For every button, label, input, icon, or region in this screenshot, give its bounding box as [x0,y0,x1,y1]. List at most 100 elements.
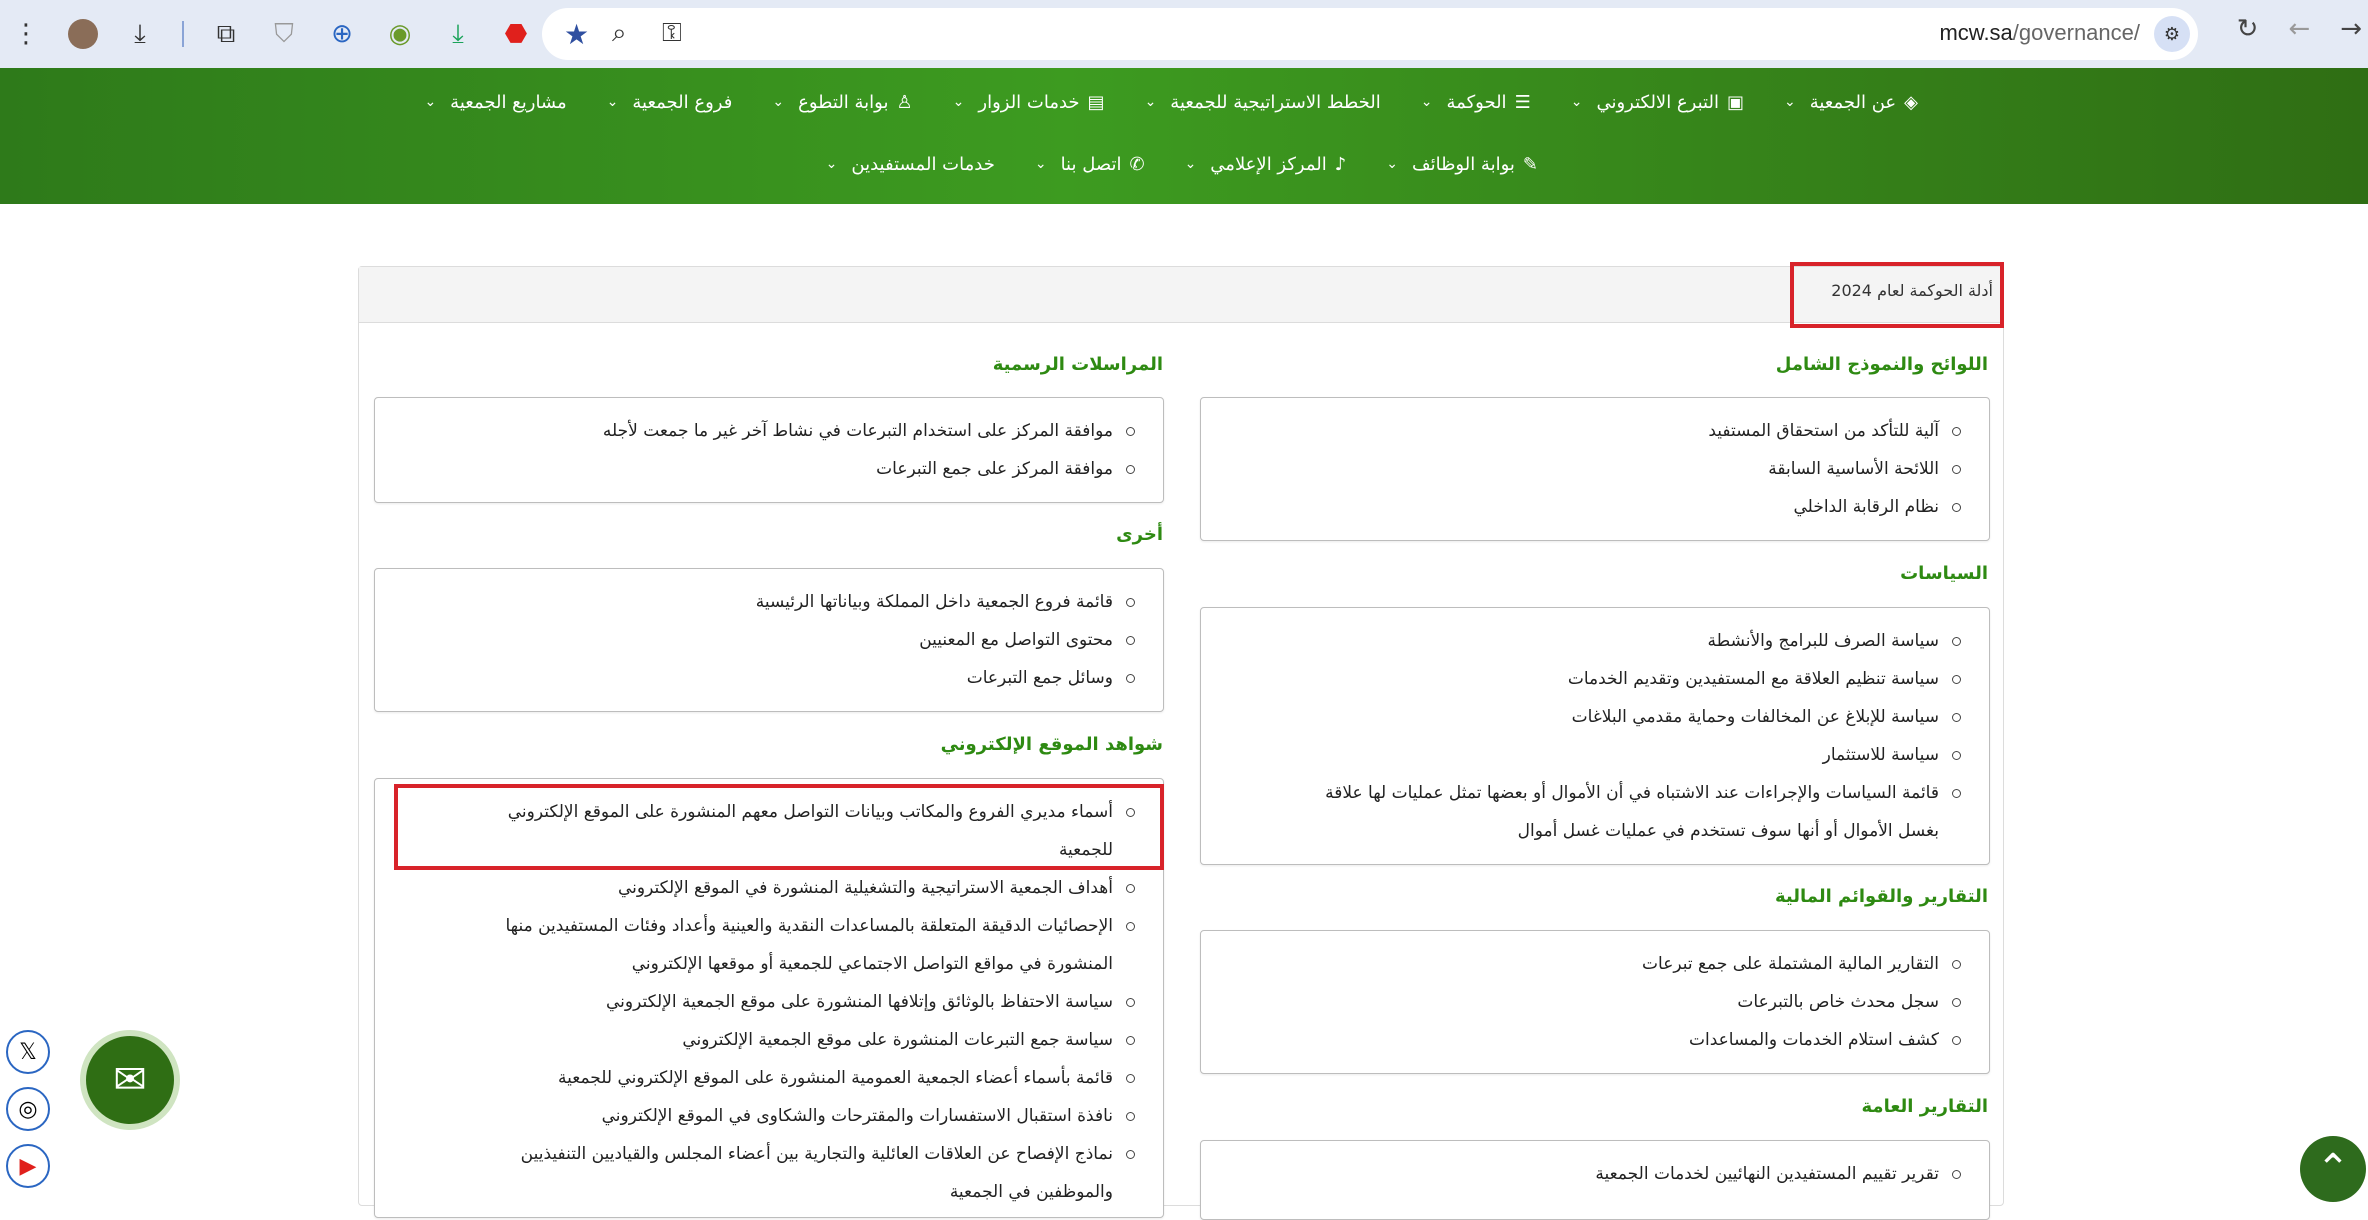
menu.row1-item-2[interactable]: ☰ الحوكمة ⌄ [1421,86,1531,118]
youtube-icon[interactable]: ▶ [6,1144,50,1188]
mail-icon[interactable]: ✉ [80,1030,180,1130]
menu-item-label: بوابة التطوع [798,91,889,113]
menu.row2-item-3[interactable]: خدمات المستفيدين ⌄ [826,148,995,180]
bookmark-star-icon[interactable]: ★ [564,18,589,51]
menu-dots-icon[interactable]: ⋮ [10,18,42,50]
menu-item-icon: ☰ [1514,91,1531,113]
menu.row2-item-2[interactable]: ✆ اتصل بنا ⌄ [1035,148,1145,180]
list-item[interactable]: سياسة جمع التبرعات المنشورة على موقع الج… [375,1021,1163,1059]
highlight-box-header [1790,262,2004,328]
chevron-down-icon: ⌄ [1783,94,1796,110]
list-item[interactable]: التقارير المالية المشتملة على جمع تبرعات [1201,945,1989,983]
list-item[interactable]: موافقة المركز على استخدام التبرعات في نش… [375,412,1163,450]
list-item[interactable]: نظام الرقابة الداخلي [1201,488,1989,526]
extensions-icon[interactable]: ⧉ [210,18,242,50]
menu-item-icon: ▤ [1087,91,1105,113]
menu-item-label: اتصل بنا [1060,153,1122,175]
list-item[interactable]: موافقة المركز على جمع التبرعات [375,450,1163,488]
menu-item-icon: ♙ [896,91,913,113]
menu-item-label: المركز الإعلامي [1210,153,1327,175]
reload-icon[interactable]: ↻ [2237,14,2259,44]
section-title-financial: التقارير والقوائم المالية [1774,886,1988,907]
key-icon[interactable]: ⚿ [662,18,682,49]
chevron-up-icon[interactable]: ⌃ [2300,1136,2366,1202]
list-item[interactable]: سجل محدث خاص بالتبرعات [1201,983,1989,1021]
download-icon[interactable]: ⤓ [124,18,156,50]
list-item[interactable]: قائمة بأسماء أعضاء الجمعية العمومية المن… [375,1059,1163,1097]
menu.row2-item-0[interactable]: ✎ بوابة الوظائف ⌄ [1386,148,1538,180]
list-item[interactable]: نافذة استقبال الاستفسارات والمقترحات وال… [375,1097,1163,1135]
list-item[interactable]: قائمة السياسات والإجراءات عند الاشتباه ف… [1201,774,1989,812]
chevron-down-icon: ⌄ [1570,94,1583,110]
shield-icon[interactable]: ⛉ [268,18,300,50]
chevron-down-icon: ⌄ [606,94,619,110]
site-settings-icon[interactable]: ⚙ [2154,16,2190,52]
list-item[interactable]: محتوى التواصل مع المعنيين [375,621,1163,659]
menu.row1-item-6[interactable]: فروع الجمعية ⌄ [607,86,733,118]
menu-row-2: ✎ بوابة الوظائف ⌄ ♪ المركز الإعلامي ⌄ ✆ اتصل بن… [0,148,2368,180]
menu.row2-item-1[interactable]: ♪ المركز الإعلامي ⌄ [1185,148,1347,180]
list-item[interactable]: سياسة تنظيم العلاقة مع المستفيدين وتقديم… [1201,660,1989,698]
menu.row1-item-3[interactable]: الخطط الاستراتيجية للجمعية ⌄ [1145,86,1381,118]
chevron-down-icon: ⌄ [772,94,785,110]
browser-toolbar: ⋮ ⤓ ⧉ ⛉ ⊕ ◉ ⤓ ⬣ ★ ⌕ ⚿ mcw.sa/governance/… [0,0,2368,68]
url-host: mcw.sa [1939,20,2013,45]
menu-item-label: مشاريع الجمعية [450,91,567,113]
toolbar-left-icons: ⋮ ⤓ ⧉ ⛉ ⊕ ◉ ⤓ ⬣ [10,10,532,58]
chevron-down-icon: ⌄ [1386,156,1398,172]
translate-icon[interactable]: ⊕ [326,18,358,50]
toolbar-divider [182,21,184,47]
section-title-website: شواهد الموقع الإلكتروني [940,734,1163,755]
list-item[interactable]: بغسل الأموال أو أنها سوف تستخدم في عمليا… [1201,812,1989,850]
section-title-other: أخرى [1116,524,1163,545]
download-arrow-icon[interactable]: ⤓ [442,18,474,50]
chevron-down-icon: ⌄ [1184,156,1197,172]
menu.row1-item-5[interactable]: ♙ بوابة التطوع ⌄ [772,86,912,118]
list-item[interactable]: الإحصائيات الدقيقة المتعلقة بالمساعدات ا… [375,907,1163,945]
section-title-policies: السياسات [1900,563,1988,584]
menu.row1-item-1[interactable]: ▣ التبرع الالكتروني ⌄ [1571,86,1744,118]
card-header[interactable]: أدلة الحوكمة لعام 2024 [359,267,2003,323]
zoom-icon[interactable]: ⌕ [612,18,627,49]
adblock-icon[interactable]: ⬣ [500,18,532,50]
menu.row1-item-4[interactable]: ▤ خدمات الزوار ⌄ [953,86,1105,118]
menu-item-icon: ♪ [1334,153,1347,175]
list-item[interactable]: كشف استلام الخدمات والمساعدات [1201,1021,1989,1059]
menu.row1-item-7[interactable]: مشاريع الجمعية ⌄ [424,86,566,118]
menu-item-icon: ▣ [1726,91,1744,113]
nav-buttons: ↻ ← → [2237,14,2362,44]
instagram-icon[interactable]: ◎ [6,1087,50,1131]
list-item[interactable]: تقرير تقييم المستفيدين النهائيين لخدمات … [1201,1155,1989,1193]
list-item[interactable]: سياسة الاحتفاظ بالوثائق وإتلافها المنشور… [375,983,1163,1021]
list-item[interactable]: اللائحة الأساسية السابقة [1201,450,1989,488]
menu-item-label: خدمات المستفيدين [851,153,995,175]
list-item[interactable]: سياسة للإبلاغ عن المخالفات وحماية مقدمي … [1201,698,1989,736]
menu-item-label: خدمات الزوار [978,91,1080,113]
menu-item-icon: ✆ [1129,153,1145,175]
menu-item-label: بوابة الوظائف [1411,153,1515,175]
list-item[interactable]: سياسة للاستثمار [1201,736,1989,774]
x-icon[interactable]: 𝕏 [6,1030,50,1074]
list-item[interactable]: وسائل جمع التبرعات [375,659,1163,697]
back-icon[interactable]: ← [2288,14,2310,44]
forward-icon[interactable]: → [2340,14,2362,44]
menu-item-icon: ◈ [1904,91,1918,113]
menu-item-label: الخطط الاستراتيجية للجمعية [1170,91,1381,113]
list-item[interactable]: المنشورة في مواقع التواصل الاجتماعي للجم… [375,945,1163,983]
highlight-box-branch-managers [394,784,1164,870]
address-bar[interactable]: ★ ⌕ ⚿ mcw.sa/governance/ ⚙ [542,8,2198,60]
menu.row1-item-0[interactable]: ◈ عن الجمعية ⌄ [1784,86,1918,118]
list-item[interactable]: نماذج الإفصاح عن العلاقات العائلية والتج… [375,1135,1163,1173]
url-text[interactable]: mcw.sa/governance/ [1939,20,2140,46]
chevron-down-icon: ⌄ [952,94,965,110]
avatar[interactable] [68,19,98,49]
main-navigation: ◈ عن الجمعية ⌄ ▣ التبرع الالكتروني ⌄ ☰ الحوكمة ⌄… [0,68,2368,204]
list-item[interactable]: والموظفين في الجمعية [375,1173,1163,1211]
list-item[interactable]: قائمة فروع الجمعية داخل المملكة وبياناته… [375,583,1163,621]
list-item[interactable]: آلية للتأكد من استحقاق المستفيد [1201,412,1989,450]
list-item[interactable]: أهداف الجمعية الاستراتيجية والتشغيلية ال… [375,869,1163,907]
chevron-down-icon: ⌄ [1034,156,1047,172]
ext-icon[interactable]: ◉ [384,18,416,50]
list-item[interactable]: سياسة الصرف للبرامج والأنشطة [1201,622,1989,660]
menu-item-label: الحوكمة [1446,91,1507,113]
